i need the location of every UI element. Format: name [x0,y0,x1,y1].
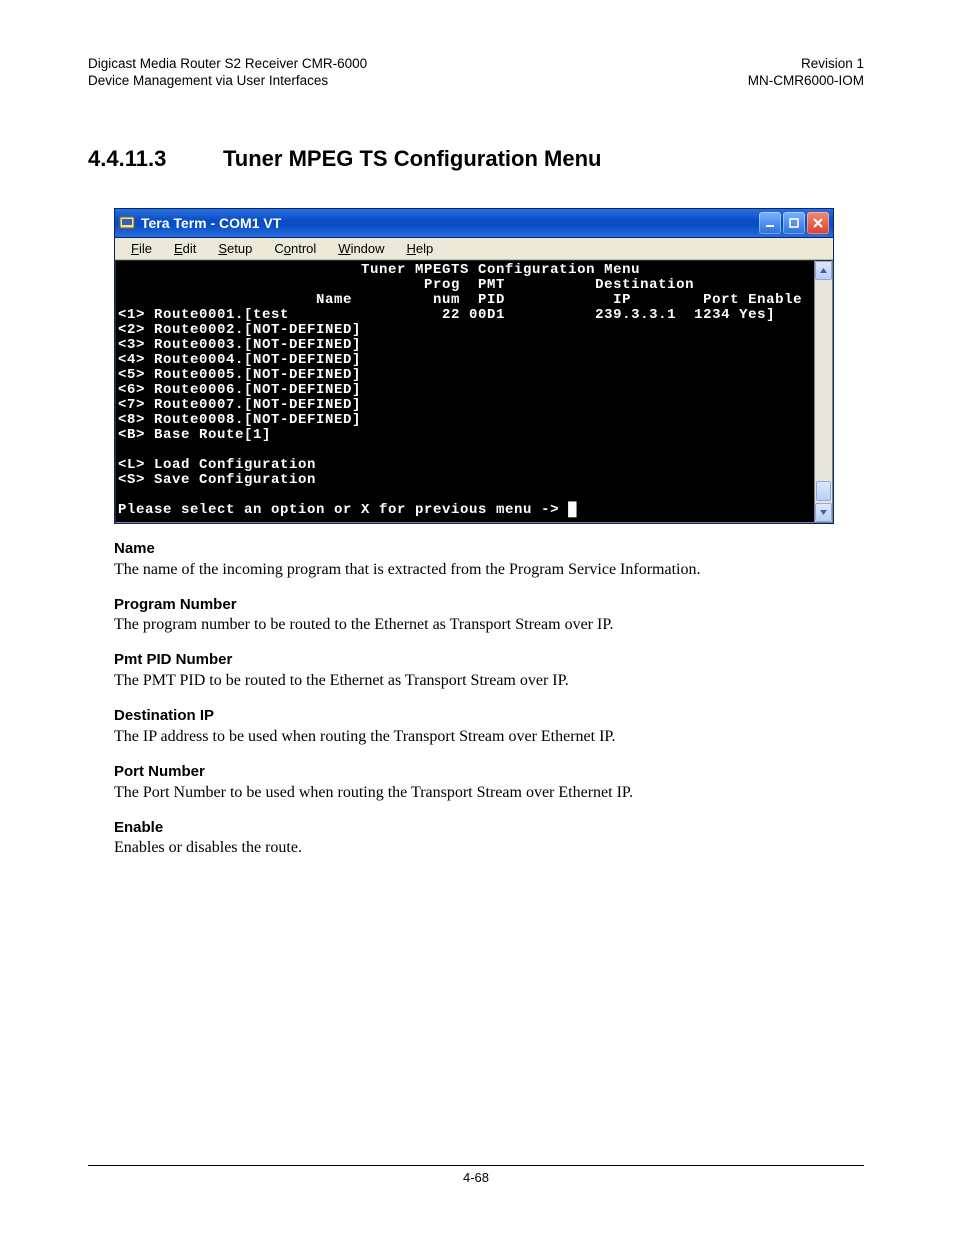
menu-setup[interactable]: Setup [208,240,262,257]
terminal-output[interactable]: Tuner MPEGTS Configuration Menu Prog PMT… [115,260,815,523]
scroll-down-button[interactable] [815,503,832,522]
chevron-down-icon [819,508,828,517]
def-desc: The name of the incoming program that is… [114,560,834,580]
app-icon [119,215,135,231]
menu-file[interactable]: File [121,240,162,257]
scrollbar-track[interactable] [815,280,832,481]
titlebar[interactable]: Tera Term - COM1 VT [115,209,833,238]
def-desc: The program number to be routed to the E… [114,615,834,635]
menu-help[interactable]: Help [397,240,444,257]
scroll-up-button[interactable] [815,261,832,280]
def-term: Port Number [114,763,834,782]
scrollbar-thumb[interactable] [816,481,831,501]
section-heading: 4.4.11.3Tuner MPEG TS Configuration Menu [88,146,864,172]
window-controls [759,212,829,234]
maximize-button[interactable] [783,212,805,234]
maximize-icon [789,218,799,228]
window-title: Tera Term - COM1 VT [141,215,281,231]
definitions: NameThe name of the incoming program tha… [114,540,834,859]
menu-window[interactable]: Window [328,240,394,257]
def-term: Enable [114,819,834,838]
def-term: Program Number [114,596,834,615]
header-left-line-2: Device Management via User Interfaces [88,73,367,90]
minimize-icon [765,218,775,228]
header-right-line-1: Revision 1 [748,56,864,73]
scrollbar[interactable] [815,260,833,523]
menubar: File Edit Setup Control Window Help [115,238,833,260]
header-left-line-1: Digicast Media Router S2 Receiver CMR-60… [88,56,367,73]
header-left: Digicast Media Router S2 Receiver CMR-60… [88,56,367,90]
def-term: Pmt PID Number [114,651,834,670]
def-desc: The IP address to be used when routing t… [114,727,834,747]
minimize-button[interactable] [759,212,781,234]
chevron-up-icon [819,266,828,275]
close-icon [813,218,823,228]
header-right-line-2: MN-CMR6000-IOM [748,73,864,90]
footer: 4-68 [88,1165,864,1185]
def-term: Destination IP [114,707,834,726]
menu-control[interactable]: Control [264,240,326,257]
titlebar-left: Tera Term - COM1 VT [119,215,281,231]
terminal-window: Tera Term - COM1 VT File Edit Setup Cont… [114,208,834,524]
section-title: Tuner MPEG TS Configuration Menu [223,146,601,171]
close-button[interactable] [807,212,829,234]
def-desc: The Port Number to be used when routing … [114,783,834,803]
def-desc: The PMT PID to be routed to the Ethernet… [114,671,834,691]
header-right: Revision 1 MN-CMR6000-IOM [748,56,864,90]
page-number: 4-68 [463,1170,489,1185]
def-term: Name [114,540,834,559]
page-header: Digicast Media Router S2 Receiver CMR-60… [88,56,864,90]
section-number: 4.4.11.3 [88,146,223,172]
menu-edit[interactable]: Edit [164,240,206,257]
def-desc: Enables or disables the route. [114,838,834,858]
page: Digicast Media Router S2 Receiver CMR-60… [0,0,954,1235]
